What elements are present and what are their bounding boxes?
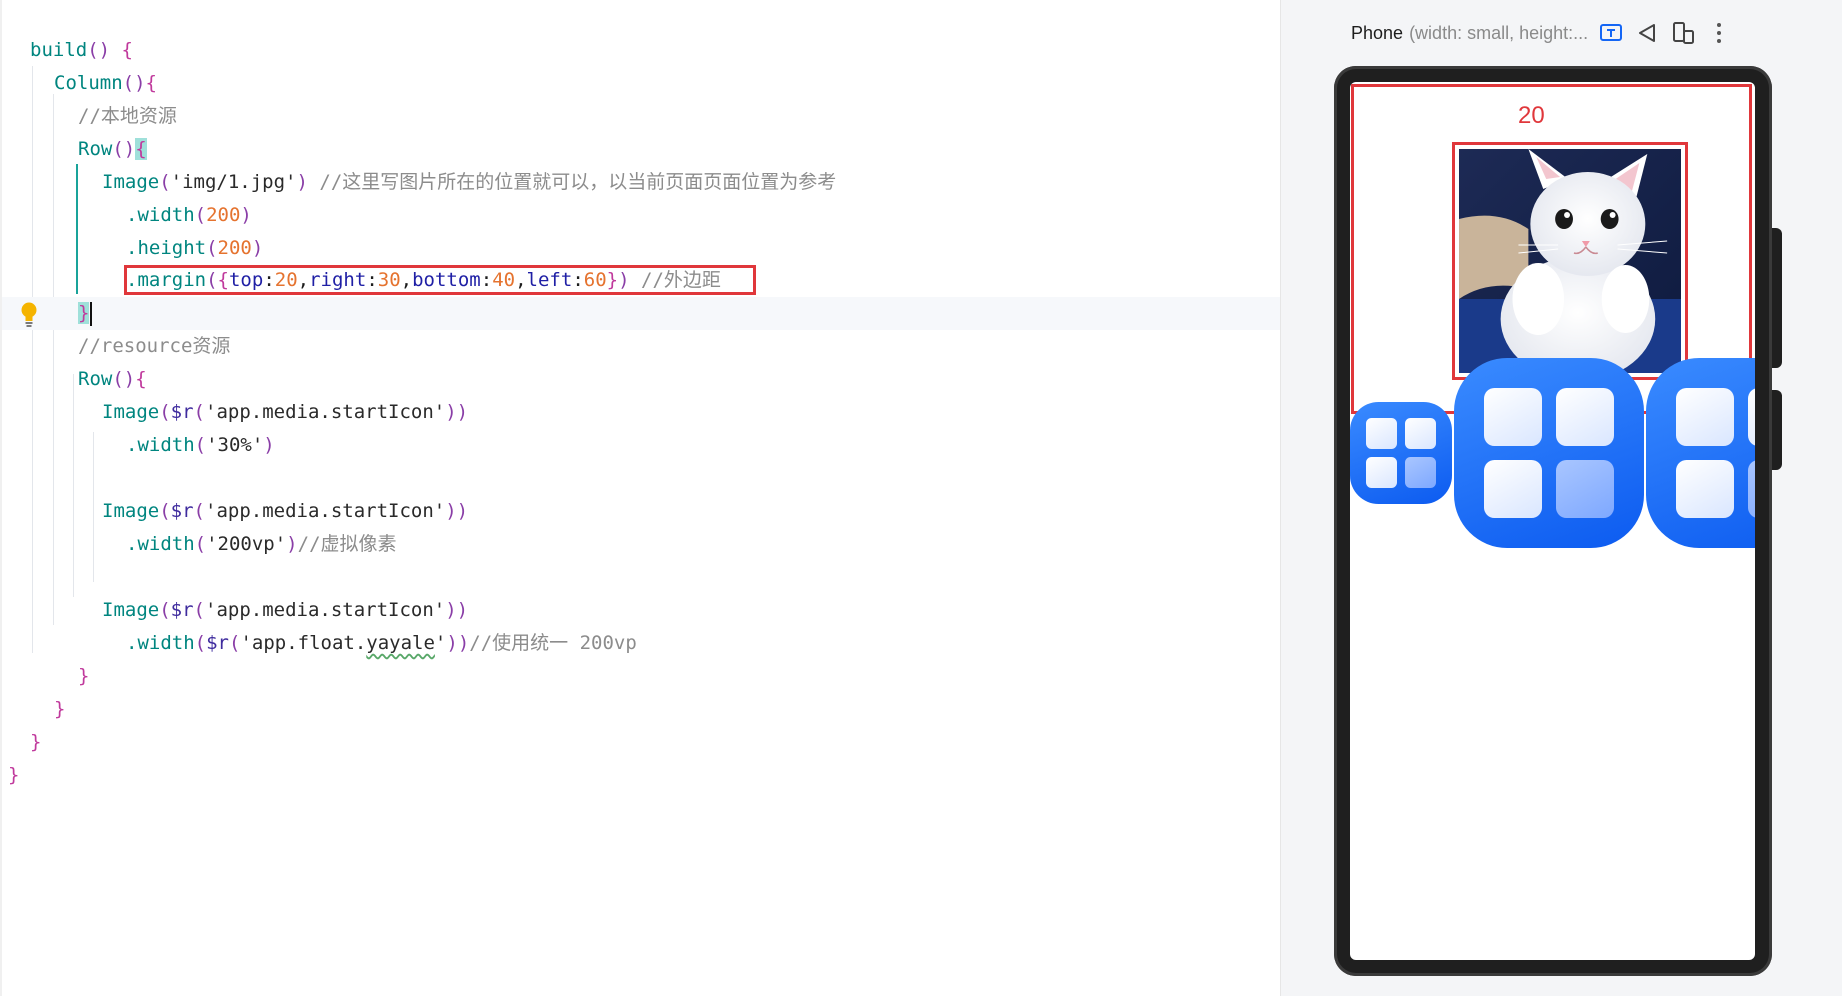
cat-photo bbox=[1459, 149, 1681, 381]
multi-device-icon[interactable] bbox=[1670, 20, 1696, 46]
margin-top-label: 20 bbox=[1518, 102, 1545, 129]
token-margin: .margin bbox=[126, 269, 207, 291]
comment-resource: //resource资源 bbox=[78, 335, 231, 357]
more-icon[interactable] bbox=[1706, 20, 1732, 46]
code-line-10[interactable]: //resource资源 bbox=[2, 330, 1280, 363]
code-line-22[interactable]: } bbox=[2, 726, 1280, 759]
inspector-icon[interactable] bbox=[1598, 20, 1624, 46]
text-caret bbox=[90, 301, 93, 326]
start-icon-small[interactable] bbox=[1350, 402, 1452, 504]
code-line-18[interactable]: Image($r('app.media.startIcon')) bbox=[2, 594, 1280, 627]
token-image: Image bbox=[102, 171, 160, 193]
string-float-suffix: ' bbox=[434, 632, 447, 654]
string-start-icon: 'app.media.startIcon' bbox=[205, 401, 446, 423]
token-r: $r bbox=[170, 401, 194, 423]
number-30: 30 bbox=[377, 269, 401, 291]
token-row: Row bbox=[78, 138, 113, 160]
string-float-name-typo: yayale bbox=[366, 632, 435, 654]
prop-top: top bbox=[228, 269, 264, 291]
token-width: .width bbox=[126, 533, 195, 555]
number-40: 40 bbox=[492, 269, 516, 291]
code-content[interactable]: build() { Column(){ //本地资源 Row(){ Image(… bbox=[2, 0, 1280, 996]
token-row: Row bbox=[78, 368, 113, 390]
device-name: Phone bbox=[1351, 22, 1404, 43]
code-line-20[interactable]: } bbox=[2, 660, 1280, 693]
code-line-1[interactable]: build() { bbox=[2, 34, 1280, 67]
code-line-15[interactable]: Image($r('app.media.startIcon')) bbox=[2, 495, 1280, 528]
device-selector[interactable]: Phone (width: small, height:... bbox=[1351, 23, 1588, 44]
token-image: Image bbox=[102, 599, 160, 621]
code-line-12[interactable]: Image($r('app.media.startIcon')) bbox=[2, 396, 1280, 429]
token-r: $r bbox=[170, 599, 194, 621]
code-line-2[interactable]: Column(){ bbox=[2, 67, 1280, 100]
start-icon-float[interactable] bbox=[1646, 358, 1755, 548]
code-editor[interactable]: build() { Column(){ //本地资源 Row(){ Image(… bbox=[0, 0, 1280, 996]
token-width: .width bbox=[126, 434, 195, 456]
prop-right: right bbox=[309, 269, 367, 291]
code-line-23[interactable]: } bbox=[2, 759, 1280, 792]
string-float-prefix: 'app.float. bbox=[240, 632, 367, 654]
token-r: $r bbox=[206, 632, 229, 654]
string-200vp: '200vp' bbox=[206, 533, 287, 555]
code-line-7[interactable]: .height(200) bbox=[2, 232, 1280, 265]
rotate-icon[interactable] bbox=[1634, 20, 1660, 46]
code-line-19[interactable]: .width($r('app.float.yayale'))//使用统一 200… bbox=[2, 627, 1280, 660]
image-local-cat[interactable] bbox=[1452, 142, 1688, 381]
comment-margin: //外边距 bbox=[641, 269, 721, 291]
number-20: 20 bbox=[274, 269, 298, 291]
phone-side-button bbox=[1772, 228, 1782, 368]
code-line-16[interactable]: .width('200vp')//虚拟像素 bbox=[2, 528, 1280, 561]
phone-side-button bbox=[1772, 390, 1782, 470]
code-line-3[interactable]: //本地资源 bbox=[2, 100, 1280, 133]
comment-local-resource: //本地资源 bbox=[78, 105, 177, 127]
start-icon-200vp[interactable] bbox=[1454, 358, 1644, 548]
code-line-4[interactable]: Row(){ bbox=[2, 133, 1280, 166]
prop-bottom: bottom bbox=[412, 269, 481, 291]
prop-left: left bbox=[526, 269, 573, 291]
code-line-21[interactable]: } bbox=[2, 693, 1280, 726]
number-60: 60 bbox=[583, 269, 607, 291]
token-image: Image bbox=[102, 401, 160, 423]
string-start-icon: 'app.media.startIcon' bbox=[205, 500, 446, 522]
comment-unified: //使用统一 200vp bbox=[469, 632, 637, 654]
code-line-6[interactable]: .width(200) bbox=[2, 199, 1280, 232]
code-line-13[interactable]: .width('30%') bbox=[2, 429, 1280, 462]
token-build: build bbox=[30, 39, 88, 61]
previewer-toolbar: Phone (width: small, height:... bbox=[1351, 16, 1811, 50]
token-width: .width bbox=[126, 632, 195, 654]
token-r: $r bbox=[170, 500, 194, 522]
number-200: 200 bbox=[206, 204, 241, 226]
token-image: Image bbox=[102, 500, 160, 522]
code-line-11[interactable]: Row(){ bbox=[2, 363, 1280, 396]
string-img-path: 'img/1.jpg' bbox=[170, 171, 297, 193]
token-height: .height bbox=[126, 237, 207, 259]
token-column: Column bbox=[54, 72, 123, 94]
code-line-5[interactable]: Image('img/1.jpg') //这里写图片所在的位置就可以，以当前页面… bbox=[2, 166, 1280, 199]
comment-virtual-pixel: //虚拟像素 bbox=[297, 533, 397, 555]
phone-screen[interactable]: 20 bbox=[1350, 82, 1755, 960]
comment-img-location: //这里写图片所在的位置就可以，以当前页面页面位置为参考 bbox=[319, 171, 837, 193]
number-200: 200 bbox=[217, 237, 252, 259]
string-start-icon: 'app.media.startIcon' bbox=[205, 599, 446, 621]
device-spec: (width: small, height:... bbox=[1409, 22, 1589, 43]
lightbulb-icon[interactable] bbox=[20, 301, 38, 329]
string-30-percent: '30%' bbox=[206, 434, 264, 456]
code-line-9-current[interactable]: } bbox=[2, 297, 1280, 330]
token-width: .width bbox=[126, 204, 195, 226]
code-line-8[interactable]: .margin({top:20,right:30,bottom:40,left:… bbox=[2, 264, 1280, 297]
